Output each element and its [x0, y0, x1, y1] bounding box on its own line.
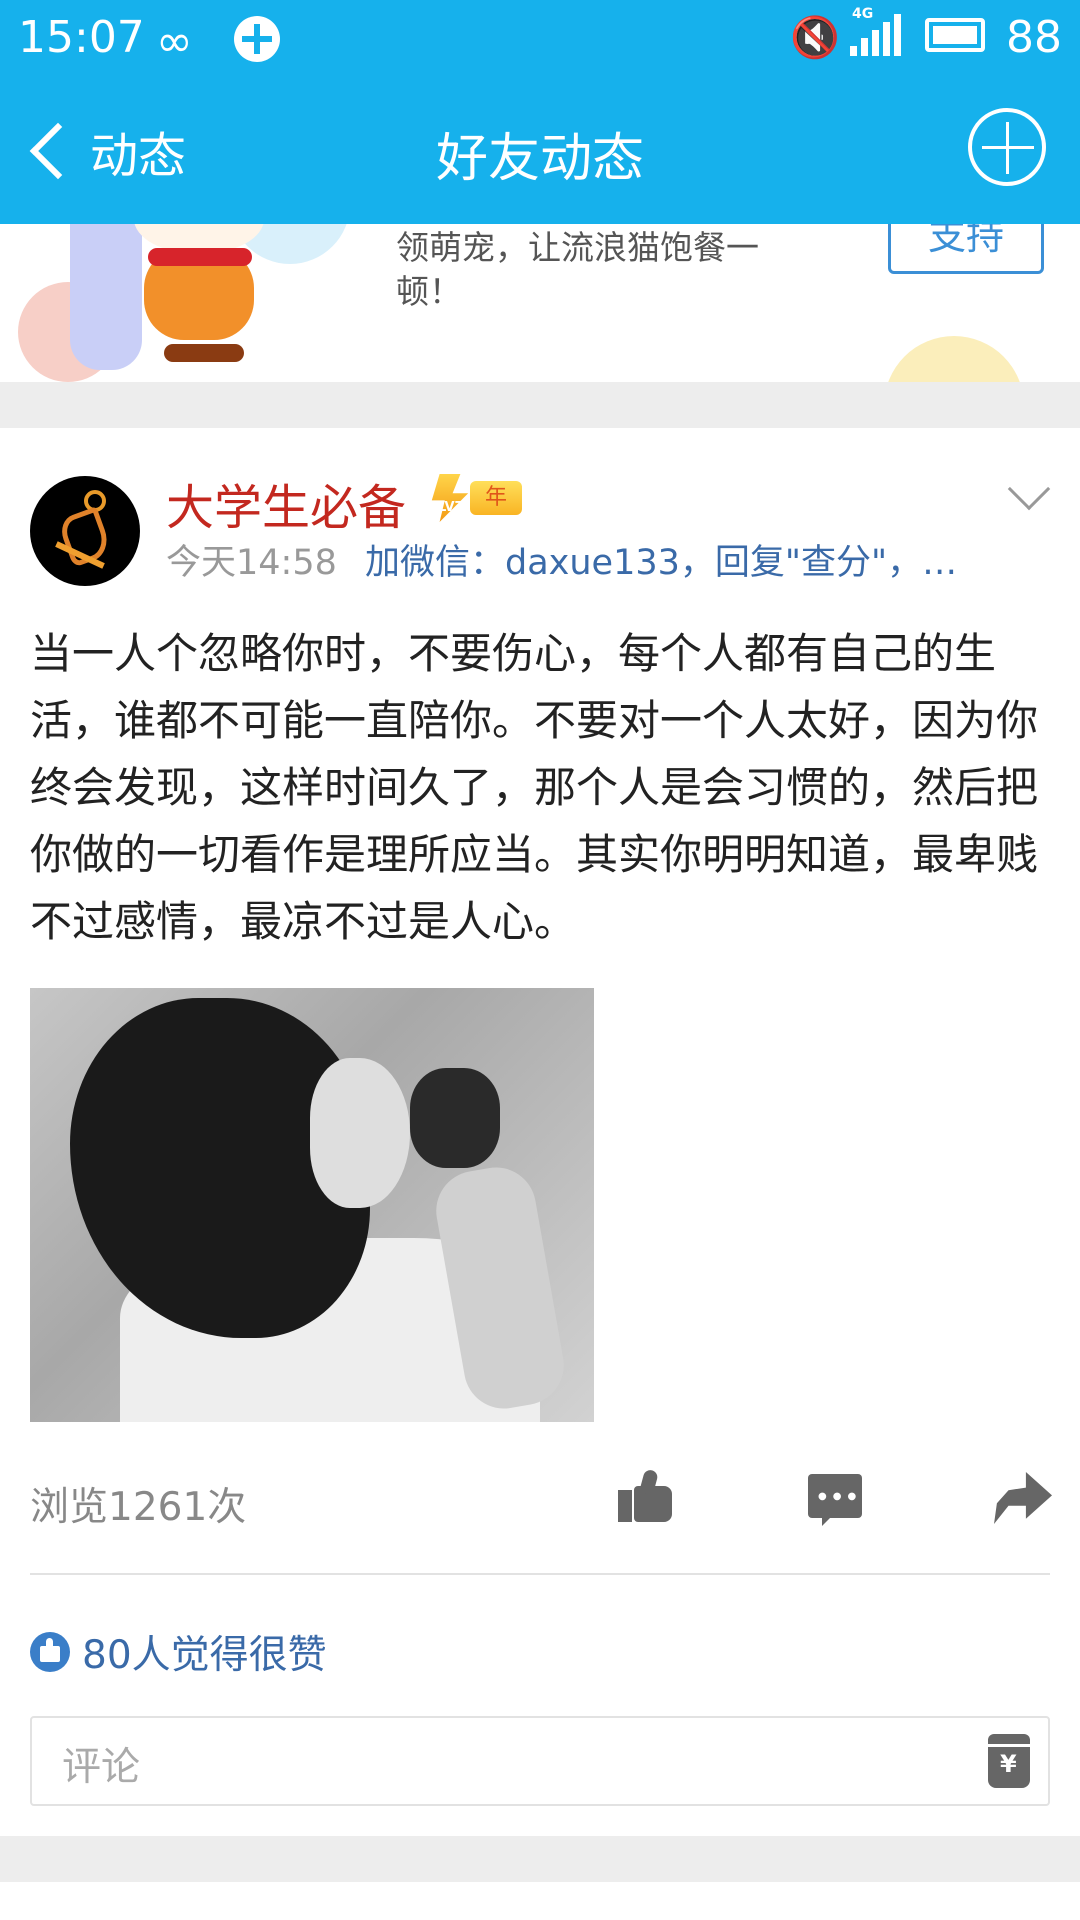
- section-separator: [0, 382, 1080, 428]
- ad-banner[interactable]: 领萌宠，让流浪猫饱餐一顿！ 支持: [0, 224, 1080, 382]
- gift-icon[interactable]: ¥: [988, 1734, 1030, 1788]
- page-title: 好友动态: [435, 129, 644, 189]
- status-bar: 15:07 ∞ 🔇 4G 88: [0, 0, 1080, 80]
- top-bar: 15:07 ∞ 🔇 4G 88 动态 好友动态: [0, 0, 1080, 224]
- divider: [30, 1573, 1050, 1575]
- section-separator-bottom: [0, 1836, 1080, 1882]
- like-button[interactable]: [616, 1466, 676, 1526]
- likes-summary[interactable]: 80人觉得很赞: [30, 1624, 327, 1680]
- plus-circle-icon: [234, 16, 280, 62]
- comment-input[interactable]: 评论 ¥: [30, 1716, 1050, 1806]
- mute-icon: 🔇: [790, 15, 840, 61]
- chevron-down-icon[interactable]: [1007, 467, 1051, 511]
- post-content: 当一人个忽略你时，不要伤心，每个人都有自己的生活，谁都不可能一直陪你。不要对一个…: [30, 629, 1039, 946]
- post-author[interactable]: 大学生必备: [166, 468, 406, 538]
- battery-icon: [925, 18, 985, 52]
- signal-icon: [850, 14, 905, 56]
- badge-year: 年: [470, 481, 522, 515]
- comment-button[interactable]: ●●●: [808, 1474, 862, 1526]
- add-button[interactable]: [968, 108, 1046, 186]
- mascot-illustration: [134, 224, 274, 370]
- post-image[interactable]: [30, 988, 594, 1422]
- view-count: 浏览1261次: [30, 1485, 247, 1530]
- status-time: 15:07: [18, 12, 145, 63]
- comment-placeholder: 评论: [62, 1745, 141, 1790]
- support-button[interactable]: 支持: [888, 224, 1044, 274]
- share-button[interactable]: [994, 1472, 1052, 1524]
- title-bar: 动态 好友动态: [0, 80, 1080, 224]
- screen: 15:07 ∞ 🔇 4G 88 动态 好友动态 领萌宠，让流浪猫饱餐一顿！ 支持…: [0, 0, 1080, 1920]
- ad-text: 领萌宠，让流浪猫饱餐一顿！: [396, 228, 759, 311]
- post-source-link[interactable]: 加微信：daxue133，回复"查分"，…: [365, 534, 957, 585]
- infinity-icon: ∞: [156, 16, 193, 67]
- vip-badge: LV7 年: [424, 474, 522, 522]
- post-time: 今天14:58: [166, 543, 337, 583]
- thumbs-up-icon: [30, 1632, 70, 1672]
- avatar[interactable]: [30, 476, 140, 586]
- likes-text: 80人觉得很赞: [82, 1633, 327, 1678]
- battery-level: 88: [1006, 12, 1062, 63]
- badge-level: LV7: [438, 500, 464, 515]
